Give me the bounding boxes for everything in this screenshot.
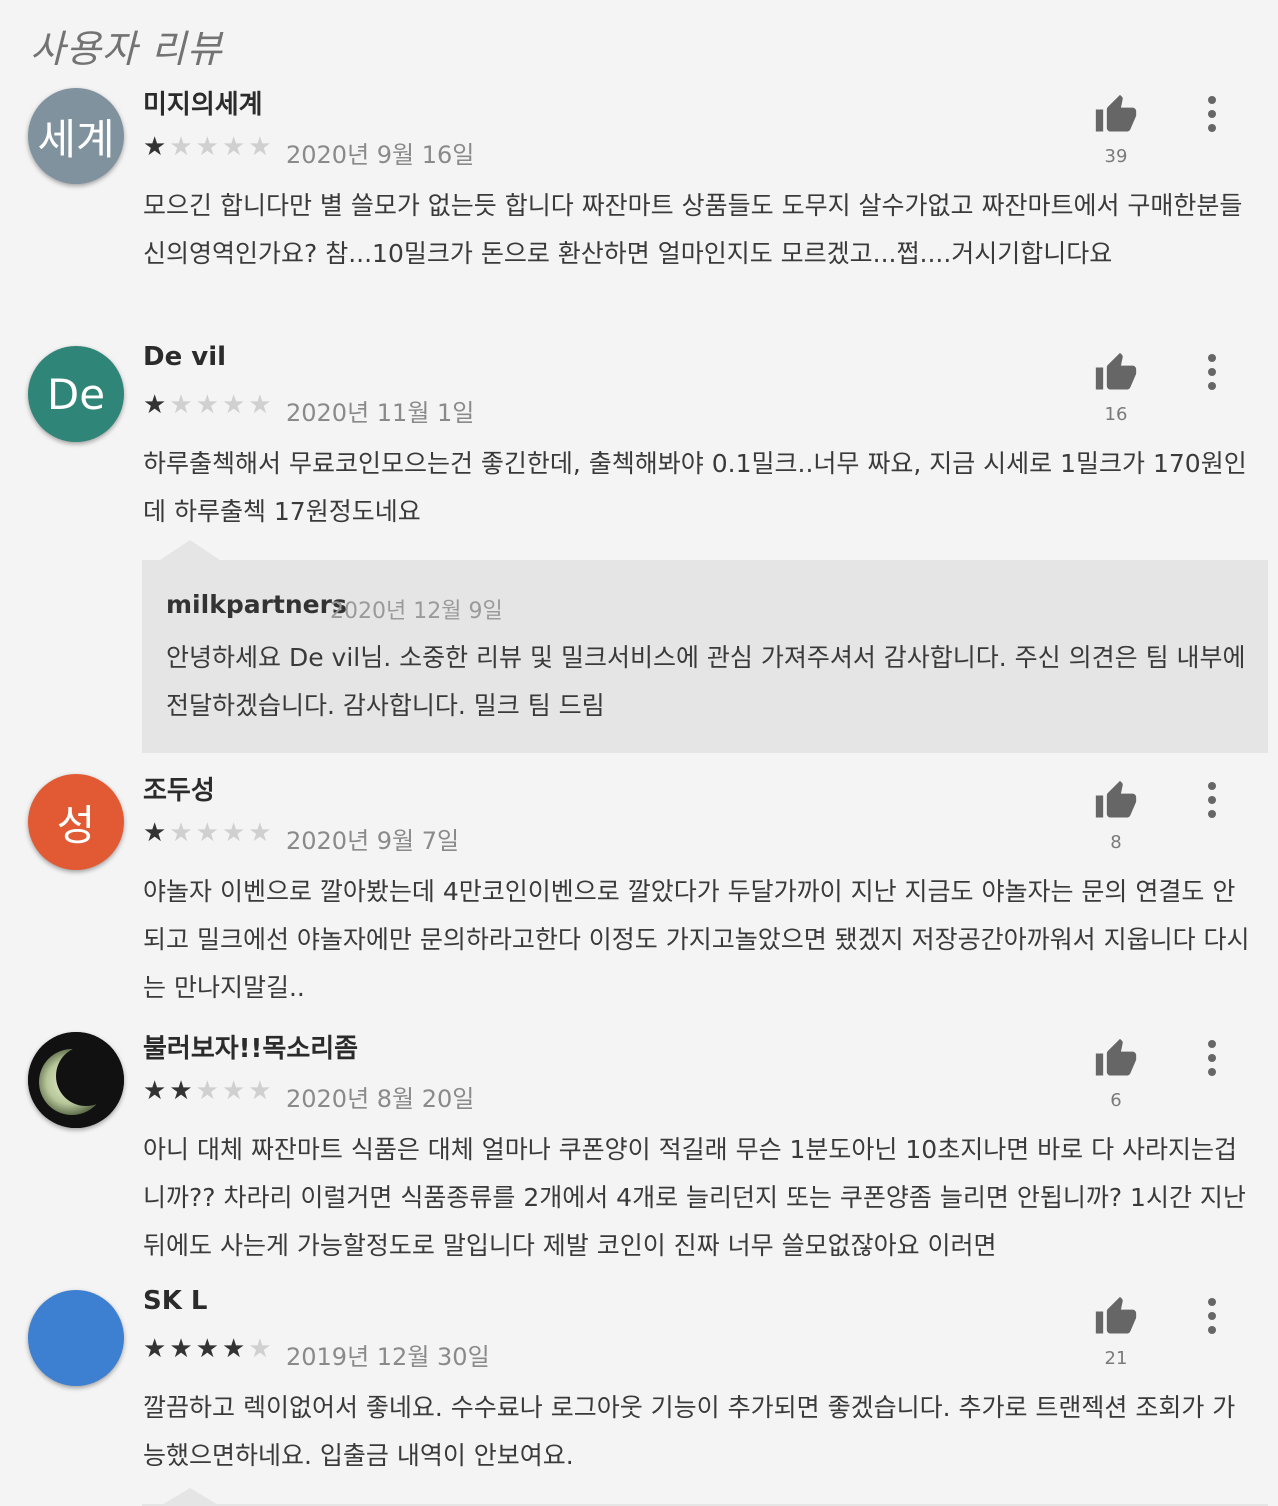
more-options-icon[interactable] (1197, 352, 1227, 392)
thumbs-up-icon[interactable] (1093, 1295, 1139, 1339)
like-count: 16 (1104, 404, 1128, 425)
like-count: 39 (1104, 146, 1128, 167)
review-author: 조두성 (143, 776, 215, 806)
review-text: 아니 대체 짜잔마트 식품은 대체 얼마나 쿠폰양이 적길래 무슨 1분도아닌 … (143, 1135, 1246, 1260)
star-icon: ★ (221, 818, 249, 848)
star-icon: ★ (195, 132, 222, 162)
star-rating: ★★★★★ (143, 132, 275, 162)
review-date: 2020년 9월 7일 (286, 827, 460, 855)
star-icon: ★ (221, 390, 249, 420)
star-icon: ★ (248, 818, 275, 848)
star-icon: ★ (248, 390, 275, 420)
thumbs-up-icon[interactable] (1093, 351, 1139, 395)
star-icon: ★ (221, 132, 249, 162)
moon-icon (28, 1032, 124, 1128)
developer-reply: milkpartners 2020년 12월 9일 안녕하세요 De vil님.… (142, 560, 1268, 753)
star-icon: ★ (221, 1334, 249, 1364)
reply-author: milkpartners (166, 590, 347, 619)
star-icon: ★ (143, 1076, 170, 1106)
more-options-icon[interactable] (1197, 1038, 1227, 1078)
thumbs-up-icon[interactable] (1093, 1037, 1139, 1081)
review-date: 2020년 11월 1일 (286, 399, 475, 427)
star-rating: ★★★★★ (143, 1076, 275, 1106)
like-count: 21 (1104, 1348, 1128, 1369)
star-icon: ★ (169, 132, 196, 162)
star-icon: ★ (248, 1076, 275, 1106)
star-icon: ★ (143, 1334, 170, 1364)
star-rating: ★★★★★ (143, 818, 275, 848)
review-author: 불러보자!!목소리좀 (143, 1034, 359, 1064)
like-count: 6 (1110, 1090, 1122, 1111)
review-author: De vil (143, 342, 227, 372)
more-options-icon[interactable] (1197, 1296, 1227, 1336)
star-icon: ★ (143, 390, 170, 420)
review-text: 야놀자 이벤으로 깔아봤는데 4만코인이벤으로 깔았다가 두달가까이 지난 지금… (143, 877, 1250, 1002)
star-rating: ★★★★★ (143, 1334, 275, 1364)
star-icon: ★ (248, 1334, 275, 1364)
like-count: 8 (1110, 832, 1122, 853)
thumbs-up-icon[interactable] (1093, 93, 1139, 137)
review-author: SK L (143, 1286, 208, 1316)
review-author: 미지의세계 (143, 90, 263, 120)
avatar[interactable]: 세계 (28, 88, 124, 184)
review-text: 하루출첵해서 무료코인모으는건 좋긴한데, 출첵해봐야 0.1밀크..너무 짜요… (143, 449, 1247, 526)
star-icon: ★ (169, 1076, 196, 1106)
star-icon: ★ (169, 1334, 196, 1364)
star-icon: ★ (221, 1076, 249, 1106)
reply-date: 2020년 12월 9일 (330, 599, 503, 624)
reply-text: 안녕하세요 De vil님. 소중한 리뷰 및 밀크서비스에 관심 가져주셔서 … (166, 643, 1246, 720)
review-text: 깔끔하고 렉이없어서 좋네요. 수수료나 로그아웃 기능이 추가되면 좋겠습니다… (143, 1393, 1236, 1470)
review-text: 모으긴 합니다만 별 쓸모가 없는듯 합니다 짜잔마트 상품들도 도무지 살수가… (143, 191, 1243, 268)
star-icon: ★ (195, 1334, 222, 1364)
star-icon: ★ (248, 132, 275, 162)
star-rating: ★★★★★ (143, 390, 275, 420)
review-date: 2020년 9월 16일 (286, 141, 475, 169)
avatar[interactable] (28, 1032, 124, 1128)
review-date: 2020년 8월 20일 (286, 1085, 475, 1113)
star-icon: ★ (195, 390, 222, 420)
star-icon: ★ (169, 818, 196, 848)
more-options-icon[interactable] (1197, 780, 1227, 820)
thumbs-up-icon[interactable] (1093, 779, 1139, 823)
reply-pointer (160, 540, 220, 560)
section-title: 사용자 리뷰 (30, 27, 223, 71)
avatar[interactable] (28, 1290, 124, 1386)
star-icon: ★ (195, 818, 222, 848)
more-options-icon[interactable] (1197, 94, 1227, 134)
star-icon: ★ (169, 390, 196, 420)
star-icon: ★ (143, 818, 170, 848)
star-icon: ★ (195, 1076, 222, 1106)
star-icon: ★ (143, 132, 170, 162)
avatar[interactable]: De (28, 346, 124, 442)
avatar[interactable]: 성 (28, 774, 124, 870)
review-date: 2019년 12월 30일 (286, 1343, 490, 1371)
